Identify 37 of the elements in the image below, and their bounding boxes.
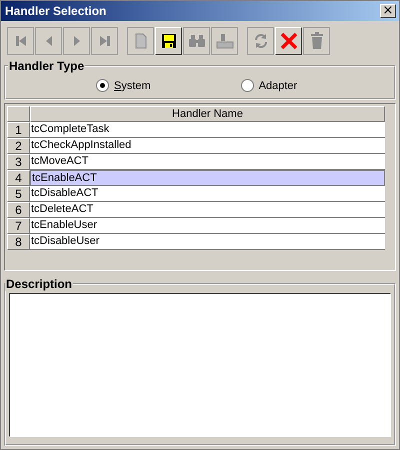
document-icon <box>134 33 148 49</box>
row-number: 6 <box>7 202 30 218</box>
row-number: 7 <box>7 218 30 234</box>
row-number: 2 <box>7 138 30 154</box>
row-number: 8 <box>7 234 30 250</box>
radio-option[interactable]: System <box>96 79 151 92</box>
description-field[interactable] <box>9 293 391 437</box>
radio-label: Adapter <box>258 80 298 92</box>
group-title: Handler Type <box>8 59 86 73</box>
refresh-icon <box>252 33 268 49</box>
table-cell[interactable]: tcDisableUser <box>30 234 385 250</box>
radio-option[interactable]: Adapter <box>240 79 298 92</box>
trash-icon <box>310 32 324 50</box>
table-cell[interactable]: tcDeleteACT <box>30 202 385 218</box>
stamp-icon <box>216 33 234 49</box>
column-header[interactable]: Handler Name <box>30 106 385 122</box>
row-number: 3 <box>7 154 30 170</box>
corner-cell <box>7 106 30 122</box>
window-title: Handler Selection <box>5 4 106 18</box>
radio-button[interactable] <box>96 79 109 92</box>
last-icon <box>98 34 112 48</box>
row-number: 5 <box>7 186 30 202</box>
table-cell[interactable]: tcCheckAppInstalled <box>30 138 385 154</box>
cross-icon <box>280 32 298 50</box>
table-cell[interactable]: tcMoveACT <box>30 154 385 170</box>
close-button[interactable]: × <box>380 4 396 18</box>
first-icon <box>14 34 28 48</box>
radio-label: System <box>114 80 151 92</box>
binoculars-icon <box>188 34 206 48</box>
row-number: 1 <box>7 122 30 138</box>
table-cell[interactable]: tcEnableUser <box>30 218 385 234</box>
group-title: Description <box>5 277 74 291</box>
row-number: 4 <box>7 170 30 186</box>
radio-button[interactable] <box>240 79 254 92</box>
table-cell[interactable]: tcCompleteTask <box>30 122 385 138</box>
table-cell[interactable]: tcEnableACT <box>30 170 385 186</box>
table-cell[interactable]: tcDisableACT <box>30 186 385 202</box>
